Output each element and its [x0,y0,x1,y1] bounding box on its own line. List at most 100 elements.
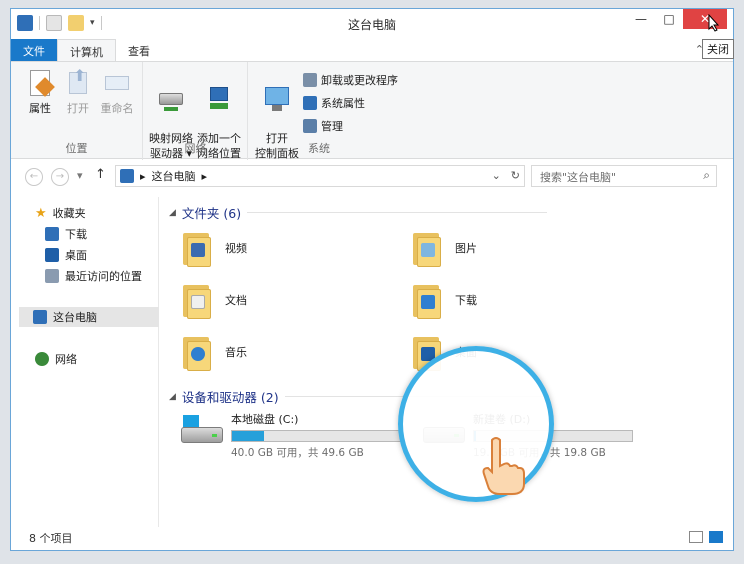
programs-icon [303,73,317,87]
ribbon-group-location: 属性 ⬆ 打开 重命名 位置 [11,62,143,160]
tab-file[interactable]: 文件 [11,39,57,61]
drives-header: 设备和驱动器 (2) [181,390,279,405]
tab-view[interactable]: 查看 [116,39,162,61]
mouse-cursor-icon [708,14,720,32]
downloads-icon [45,227,59,241]
divider [247,212,548,213]
navigation-pane: ★ 收藏夹 下载 桌面 最近访问的位置 这台电脑 网络 [11,197,159,527]
star-icon: ★ [35,205,47,221]
ribbon: 属性 ⬆ 打开 重命名 位置 映射网络 驱动器 ▾ 添加一个 网络位置 网络 打… [11,61,733,160]
manage-icon [303,119,317,133]
drive-space-detail: 40.0 GB 可用，共 49.6 GB [231,447,364,459]
close-tooltip: 关闭 [702,39,734,59]
nav-recent-label: 最近访问的位置 [65,270,142,283]
view-toggle [689,531,723,543]
ribbon-group-network: 映射网络 驱动器 ▾ 添加一个 网络位置 网络 [144,62,248,160]
nav-favorites-label: 收藏夹 [52,207,86,220]
drive-c[interactable]: 本地磁盘 (C:) 40.0 GB 可用，共 49.6 GB [181,411,401,460]
nav-this-pc[interactable]: 这台电脑 [19,307,159,327]
status-bar: 8 个项目 [11,526,733,550]
uninstall-programs-label: 卸载或更改程序 [321,74,398,87]
folder-label: 图片 [455,242,477,255]
nav-this-pc-label: 这台电脑 [53,311,97,324]
pointing-hand-icon [482,437,525,495]
drive-info: 本地磁盘 (C:) 40.0 GB 可用，共 49.6 GB [231,411,401,460]
title-bar: ▾ 这台电脑 — □ ✕ 关闭 [11,9,734,59]
collapse-icon[interactable]: ◢ [169,208,176,218]
rename-button[interactable]: 重命名 [99,68,135,116]
folder-music[interactable]: 音乐 [181,333,247,371]
item-count: 8 个项目 [29,532,73,545]
desktop-icon [45,248,59,262]
address-controls: ⌄ ↻ [492,169,520,182]
address-history-icon[interactable]: ⌄ [492,169,501,182]
back-button[interactable]: ← [25,168,43,186]
large-icons-view-icon[interactable] [709,531,723,543]
nav-recent[interactable]: 最近访问的位置 [45,268,142,284]
system-properties-label: 系统属性 [321,97,365,110]
folder-label: 音乐 [225,346,247,359]
ribbon-tabs: 文件 计算机 查看 [11,39,733,61]
group-label-system: 系统 [308,142,330,155]
recent-locations-icon[interactable]: ▾ [77,169,83,182]
minimize-button[interactable]: — [627,9,655,29]
recent-places-icon [45,269,59,283]
close-button[interactable]: ✕ [683,9,727,29]
nav-downloads-label: 下载 [65,228,87,241]
control-panel-icon [262,83,292,113]
open-label: 打开 [67,102,89,115]
nav-favorites[interactable]: ★ 收藏夹 [35,205,86,221]
network-drive-icon [156,83,186,113]
drive-usage-bar [231,430,401,442]
magnifier-highlight [398,346,554,502]
manage-label: 管理 [321,120,343,133]
group-label-location: 位置 [65,142,88,155]
nav-desktop[interactable]: 桌面 [45,247,87,263]
nav-network[interactable]: 网络 [35,351,77,367]
explorer-window: ▾ 这台电脑 — □ ✕ 关闭 文件 计算机 查看 ⌃ ? 属性 [10,8,734,551]
computer-icon [33,310,47,324]
folders-header: 文件夹 (6) [181,206,242,221]
folder-videos[interactable]: 视频 [181,229,247,267]
nav-downloads[interactable]: 下载 [45,226,87,242]
manage-button[interactable]: 管理 [303,118,343,134]
open-button[interactable]: ⬆ 打开 [63,68,93,116]
computer-icon [120,169,134,183]
folder-downloads[interactable]: 下载 [411,281,477,319]
search-input[interactable]: 搜索"这台电脑" ⌕ [531,165,717,187]
tab-computer[interactable]: 计算机 [57,39,116,61]
folder-documents[interactable]: 文档 [181,281,247,319]
collapse-icon[interactable]: ◢ [169,392,176,402]
folder-label: 文档 [225,294,247,307]
address-bar[interactable]: ▸ 这台电脑 ▸ ⌄ ↻ [115,165,525,187]
maximize-button[interactable]: □ [655,9,683,29]
properties-icon [25,68,55,98]
folder-label: 下载 [455,294,477,307]
windows-drive-icon [181,415,223,449]
properties-button[interactable]: 属性 [25,68,55,116]
downloads-folder-icon [411,281,441,319]
breadcrumb-chevron-icon[interactable]: ▸ [202,170,208,183]
pictures-folder-icon [411,229,441,267]
refresh-icon[interactable]: ↻ [511,169,520,182]
folders-group-header[interactable]: ◢ 文件夹 (6) [169,203,548,222]
nav-desktop-label: 桌面 [65,249,87,262]
group-label-network: 网络 [184,142,207,155]
rename-label: 重命名 [100,102,134,115]
details-view-icon[interactable] [689,531,703,543]
network-icon [35,352,49,366]
search-icon[interactable]: ⌕ [703,168,710,183]
up-arrow-icon[interactable]: ↑ [95,167,106,182]
folder-pictures[interactable]: 图片 [411,229,477,267]
ribbon-group-system: 打开 控制面板 卸载或更改程序 系统属性 管理 系统 [249,62,407,160]
navigation-bar: ← → ▾ ↑ ▸ 这台电脑 ▸ ⌄ ↻ 搜索"这台电脑" ⌕ [11,165,733,189]
breadcrumb-separator-icon[interactable]: ▸ [140,170,146,183]
folder-label: 视频 [225,242,247,255]
system-properties-icon [303,96,317,110]
forward-button[interactable]: → [51,168,69,186]
uninstall-programs-button[interactable]: 卸载或更改程序 [303,72,398,88]
rename-icon [102,68,132,98]
nav-network-label: 网络 [55,353,77,366]
breadcrumb[interactable]: 这台电脑 [152,168,196,184]
system-properties-button[interactable]: 系统属性 [303,95,365,111]
